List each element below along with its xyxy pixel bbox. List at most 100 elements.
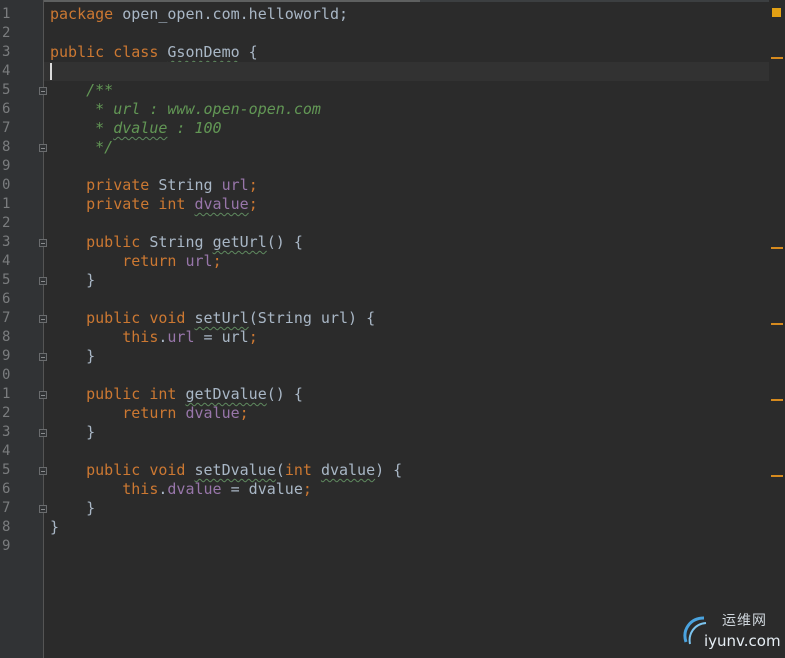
line-number[interactable]: 4 [2, 252, 10, 271]
code-line[interactable]: * dvalue : 100 [50, 119, 769, 138]
code-token: open_open.com.helloworld; [122, 5, 349, 23]
code-line[interactable]: public int getDvalue() { [50, 385, 769, 404]
code-token: return [50, 252, 186, 270]
line-number[interactable]: 3 [2, 43, 10, 62]
error-stripe-scrollbar[interactable] [769, 0, 785, 658]
line-number[interactable]: 2 [2, 404, 10, 423]
line-number[interactable]: 0 [2, 176, 10, 195]
code-token: ; [239, 404, 249, 422]
code-line[interactable]: public class GsonDemo { [50, 43, 769, 62]
fold-end-icon[interactable] [39, 277, 47, 285]
code-line[interactable]: return dvalue; [50, 404, 769, 423]
code-line[interactable] [44, 62, 769, 81]
warning-stripe-marker[interactable] [771, 399, 783, 401]
line-number[interactable]: 5 [2, 81, 10, 100]
code-line[interactable] [50, 214, 769, 233]
line-number[interactable]: 9 [2, 157, 10, 176]
fold-collapse-icon[interactable] [39, 87, 47, 95]
line-number[interactable]: 7 [2, 119, 10, 138]
code-token: dvalue [167, 480, 222, 498]
line-number[interactable]: 3 [2, 233, 10, 252]
line-number[interactable]: 5 [2, 271, 10, 290]
code-token: dvalue [194, 195, 249, 213]
line-number[interactable]: 8 [2, 518, 10, 537]
code-line[interactable]: private int dvalue; [50, 195, 769, 214]
code-token: } [50, 518, 60, 536]
code-token: = dvalue [221, 480, 303, 498]
line-number[interactable]: 2 [2, 24, 10, 43]
fold-collapse-icon[interactable] [39, 467, 47, 475]
fold-collapse-icon[interactable] [39, 391, 47, 399]
code-token: public void [50, 461, 195, 479]
code-token: } [50, 271, 96, 289]
fold-collapse-icon[interactable] [39, 315, 47, 323]
code-line[interactable] [50, 24, 769, 43]
code-token: url [185, 252, 213, 270]
warning-stripe-marker[interactable] [771, 475, 783, 477]
code-line[interactable] [50, 442, 769, 461]
code-line[interactable]: } [50, 347, 769, 366]
code-line[interactable]: } [50, 271, 769, 290]
code-line[interactable]: */ [50, 138, 769, 157]
line-number[interactable]: 5 [2, 461, 10, 480]
code-line[interactable] [50, 290, 769, 309]
line-number[interactable]: 0 [2, 366, 10, 385]
line-number[interactable]: 3 [2, 423, 10, 442]
warning-stripe-marker[interactable] [771, 247, 783, 249]
code-line[interactable] [50, 366, 769, 385]
fold-end-icon[interactable] [39, 144, 47, 152]
code-token: () { [266, 385, 303, 403]
line-number[interactable]: 6 [2, 480, 10, 499]
line-number[interactable]: 4 [2, 442, 10, 461]
code-token: public [50, 233, 150, 251]
code-line[interactable]: * url : www.open-open.com [50, 100, 769, 119]
warning-stripe-marker[interactable] [771, 323, 783, 325]
code-token: String [158, 176, 222, 194]
fold-end-icon[interactable] [39, 505, 47, 513]
line-number[interactable]: 8 [2, 328, 10, 347]
inspection-status-icon[interactable] [772, 8, 781, 17]
watermark-cn-text: 运维网 [722, 613, 767, 629]
line-number[interactable]: 6 [2, 100, 10, 119]
line-number[interactable]: 7 [2, 309, 10, 328]
code-line[interactable]: private String url; [50, 176, 769, 195]
code-token: ; [248, 195, 258, 213]
code-token: this [50, 480, 159, 498]
code-line[interactable] [50, 537, 769, 556]
code-line[interactable]: public void setUrl(String url) { [50, 309, 769, 328]
code-line[interactable]: } [50, 499, 769, 518]
line-number[interactable]: 9 [2, 347, 10, 366]
line-number[interactable]: 1 [2, 5, 10, 24]
code-line[interactable]: return url; [50, 252, 769, 271]
code-line[interactable]: } [50, 423, 769, 442]
code-token: * [50, 119, 114, 137]
code-line[interactable]: this.dvalue = dvalue; [50, 480, 769, 499]
code-token: } [50, 499, 96, 517]
code-line[interactable] [50, 157, 769, 176]
line-number[interactable]: 7 [2, 499, 10, 518]
line-number[interactable]: 4 [2, 62, 10, 81]
code-token: setDvalue [194, 461, 276, 479]
code-line[interactable]: public void setDvalue(int dvalue) { [50, 461, 769, 480]
code-token: * url : www.open-open.com [50, 100, 321, 118]
line-number[interactable]: 8 [2, 138, 10, 157]
line-number[interactable]: 6 [2, 290, 10, 309]
warning-stripe-marker[interactable] [771, 57, 783, 59]
code-line[interactable]: public String getUrl() { [50, 233, 769, 252]
code-line[interactable]: package open_open.com.helloworld; [50, 5, 769, 24]
code-line[interactable]: this.url = url; [50, 328, 769, 347]
fold-end-icon[interactable] [39, 353, 47, 361]
line-number[interactable]: 9 [2, 537, 10, 556]
line-number[interactable]: 2 [2, 214, 10, 233]
code-token: private int [50, 195, 195, 213]
code-line[interactable]: /** [50, 81, 769, 100]
code-token: ; [212, 252, 222, 270]
line-number[interactable]: 1 [2, 195, 10, 214]
fold-end-icon[interactable] [39, 429, 47, 437]
code-token: int [284, 461, 321, 479]
code-token: : 100 [167, 119, 222, 137]
line-number-gutter[interactable]: 12345678901234567890123456789 [0, 0, 47, 658]
line-number[interactable]: 1 [2, 385, 10, 404]
code-line[interactable]: } [50, 518, 769, 537]
fold-collapse-icon[interactable] [39, 239, 47, 247]
